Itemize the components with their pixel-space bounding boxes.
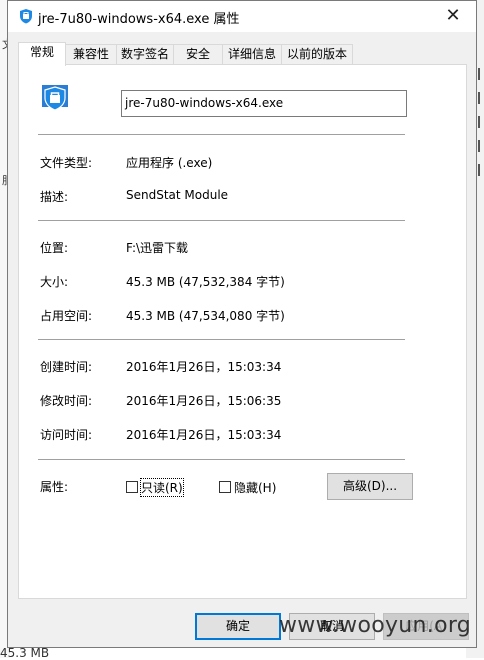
separator bbox=[38, 339, 405, 340]
close-button[interactable]: ✕ bbox=[430, 1, 476, 32]
readonly-label[interactable]: 只读(R) bbox=[140, 478, 184, 497]
hidden-checkbox[interactable] bbox=[219, 481, 231, 493]
shield-app-icon bbox=[42, 85, 68, 111]
location-label: 位置: bbox=[40, 241, 69, 255]
separator bbox=[38, 134, 405, 135]
description-value: SendStat Module bbox=[126, 188, 229, 202]
title-bar[interactable]: jre-7u80-windows-x64.exe 属性 ✕ bbox=[8, 1, 476, 32]
accessed-label: 访问时间: bbox=[40, 428, 93, 442]
tab-previous-versions[interactable]: 以前的版本 bbox=[281, 44, 353, 65]
hidden-label[interactable]: 隐藏(H) bbox=[234, 479, 276, 496]
disk-size-label: 占用空间: bbox=[40, 309, 93, 323]
attributes-label: 属性: bbox=[40, 480, 69, 494]
tab-general[interactable]: 常规 bbox=[18, 42, 66, 66]
accessed-value: 2016年1月26日，15:03:34 bbox=[126, 428, 282, 442]
disk-size-value: 45.3 MB (47,534,080 字节) bbox=[126, 309, 285, 323]
tab-security[interactable]: 安全 bbox=[173, 44, 223, 65]
size-label: 大小: bbox=[40, 275, 69, 289]
separator bbox=[38, 220, 405, 221]
filename-field[interactable]: jre-7u80-windows-x64.exe bbox=[121, 90, 407, 117]
shield-app-icon bbox=[20, 9, 32, 24]
readonly-checkbox[interactable] bbox=[126, 481, 138, 493]
created-label: 创建时间: bbox=[40, 360, 93, 374]
tab-digital-signatures[interactable]: 数字签名 bbox=[116, 44, 174, 65]
modified-value: 2016年1月26日，15:06:35 bbox=[126, 394, 282, 408]
ok-button[interactable]: 确定 bbox=[195, 613, 281, 640]
tab-compatibility[interactable]: 兼容性 bbox=[65, 44, 117, 65]
location-value: F:\迅雷下载 bbox=[126, 241, 189, 255]
description-label: 描述: bbox=[40, 190, 69, 204]
separator bbox=[38, 459, 405, 460]
general-tab-panel: jre-7u80-windows-x64.exe 文件类型: 应用程序 (.ex… bbox=[18, 64, 467, 599]
file-type-value: 应用程序 (.exe) bbox=[126, 156, 213, 170]
size-value: 45.3 MB (47,532,384 字节) bbox=[126, 275, 285, 289]
watermark: www.wooyun.org bbox=[279, 613, 472, 638]
window-title: jre-7u80-windows-x64.exe 属性 bbox=[38, 12, 240, 27]
modified-label: 修改时间: bbox=[40, 394, 93, 408]
advanced-button[interactable]: 高级(D)... bbox=[327, 473, 413, 500]
created-value: 2016年1月26日，15:03:34 bbox=[126, 360, 282, 374]
file-type-label: 文件类型: bbox=[40, 156, 93, 170]
properties-dialog: jre-7u80-windows-x64.exe 属性 ✕ 常规 兼容性 数字签… bbox=[7, 0, 477, 648]
tab-details[interactable]: 详细信息 bbox=[222, 44, 282, 65]
